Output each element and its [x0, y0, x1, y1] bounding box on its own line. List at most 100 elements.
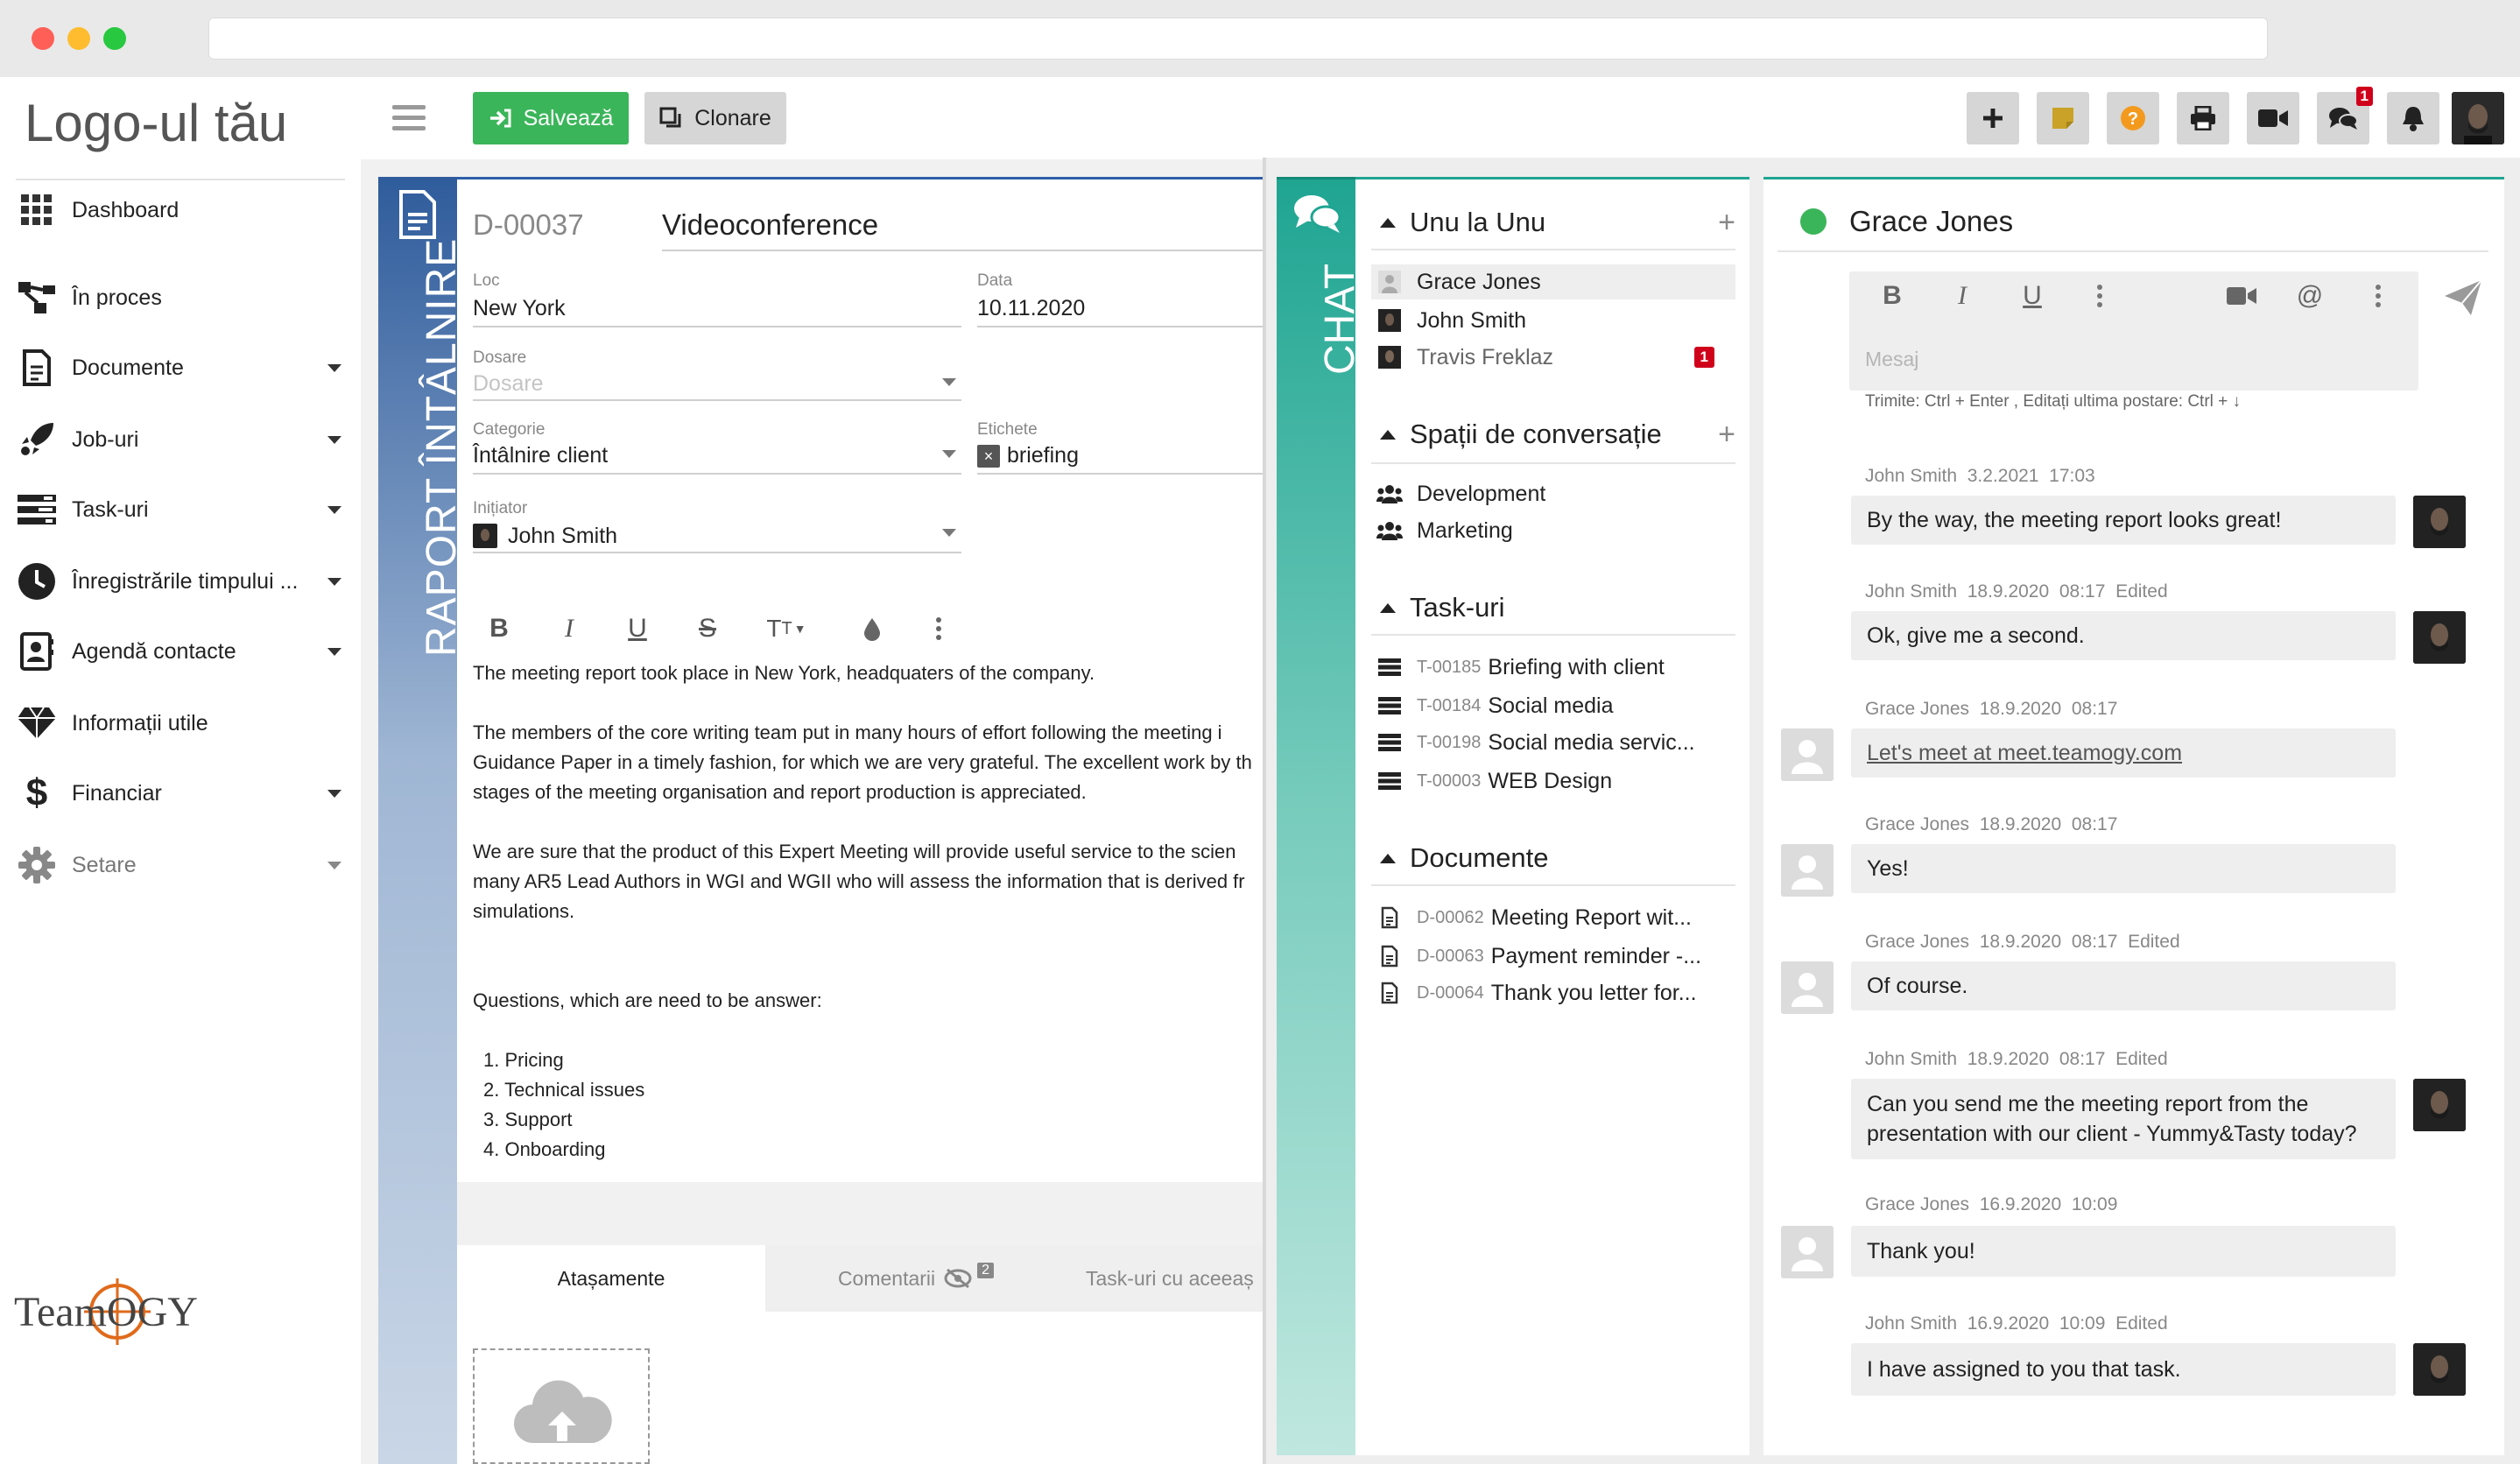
- video-call-button[interactable]: [2224, 278, 2259, 313]
- more-options-button[interactable]: [928, 611, 949, 646]
- message-input[interactable]: [1865, 343, 2399, 375]
- message-bubble[interactable]: Thank you!: [1851, 1226, 2396, 1277]
- window-close-button[interactable]: [32, 27, 54, 50]
- sidebar-item-in-process[interactable]: În proces: [16, 271, 345, 324]
- window-maximize-button[interactable]: [103, 27, 126, 50]
- chat-contact-grace-jones[interactable]: Grace Jones: [1371, 264, 1735, 299]
- contact-name: Travis Freklaz: [1417, 344, 1554, 370]
- notifications-button[interactable]: [2387, 92, 2439, 144]
- avatar: [1376, 307, 1403, 334]
- chat-space-marketing[interactable]: Marketing: [1371, 513, 1735, 548]
- brand-logo: TeamOGY: [14, 1271, 215, 1350]
- section-direct-messages[interactable]: Unu la Unu +: [1380, 205, 1735, 240]
- avatar: [2413, 611, 2466, 664]
- help-button[interactable]: ?: [2107, 92, 2159, 144]
- date-field[interactable]: 10.11.2020: [977, 296, 1085, 321]
- chat-task-item[interactable]: T-00198 Social media servic...: [1371, 725, 1735, 760]
- more-format-button[interactable]: [2091, 278, 2108, 313]
- message-bubble[interactable]: Ok, give me a second.: [1851, 611, 2396, 660]
- browser-chrome: [0, 0, 2520, 77]
- message-meta: John Smith 18.9.2020 08:17 Edited: [1865, 1049, 2168, 1070]
- add-space-button[interactable]: +: [1718, 418, 1735, 452]
- chat-task-item[interactable]: T-00184 Social media: [1371, 688, 1735, 723]
- message-bubble[interactable]: I have assigned to you that task.: [1851, 1343, 2396, 1396]
- diamond-icon: [16, 702, 58, 744]
- message-date: 16.9.2020: [1979, 1194, 2062, 1214]
- section-tasks[interactable]: Task-uri: [1380, 590, 1735, 625]
- print-button[interactable]: [2177, 92, 2229, 144]
- sidebar-item-financial[interactable]: $ Financiar: [16, 767, 345, 820]
- document-type-label: RAPORT ÎNTÂLNIRE: [419, 237, 465, 657]
- message-edited-flag: Edited: [2115, 581, 2168, 602]
- sidebar-item-label: În proces: [72, 285, 162, 310]
- sidebar-item-settings[interactable]: Setare: [16, 839, 345, 891]
- chat-document-item[interactable]: D-00062 Meeting Report wit...: [1371, 900, 1735, 935]
- document-title-input[interactable]: Videoconference: [662, 208, 878, 242]
- message-bubble[interactable]: Can you send me the meeting report from …: [1851, 1079, 2396, 1159]
- message-bubble[interactable]: By the way, the meeting report looks gre…: [1851, 496, 2396, 545]
- message-text: Of course.: [1867, 974, 1968, 998]
- send-button[interactable]: [2443, 278, 2483, 317]
- tab-comments[interactable]: Comentarii 2: [809, 1245, 1023, 1312]
- strikethrough-button[interactable]: S: [693, 611, 722, 646]
- bold-button[interactable]: B: [1879, 278, 1905, 313]
- avatar-placeholder-icon: [1781, 961, 1834, 1014]
- window-minimize-button[interactable]: [67, 27, 90, 50]
- italic-button[interactable]: I: [555, 611, 583, 646]
- collapse-icon: [1380, 217, 1396, 228]
- section-documents[interactable]: Documente: [1380, 841, 1735, 876]
- chevron-down-icon: [327, 363, 341, 372]
- avatar-placeholder-icon: [1781, 844, 1834, 897]
- tasks-icon: [16, 489, 58, 531]
- loc-field[interactable]: New York: [473, 296, 566, 321]
- video-call-button[interactable]: [2247, 92, 2299, 144]
- sidebar-item-contacts[interactable]: Agendă contacte: [16, 625, 345, 678]
- section-spaces[interactable]: Spații de conversație +: [1380, 417, 1735, 452]
- bold-button[interactable]: B: [485, 611, 513, 646]
- message-link[interactable]: Let's meet at meet.teamogy.com: [1867, 738, 2182, 768]
- tab-related-tasks[interactable]: Task-uri cu aceeaș: [1086, 1245, 1263, 1312]
- chat-button[interactable]: 1: [2317, 87, 2373, 144]
- add-button[interactable]: [1967, 92, 2019, 144]
- more-options-button[interactable]: [2369, 278, 2387, 313]
- dosare-select[interactable]: Dosare: [473, 371, 544, 397]
- message-bubble[interactable]: Of course.: [1851, 961, 2396, 1010]
- text-color-button[interactable]: [858, 611, 886, 646]
- chat-document-item[interactable]: D-00063 Payment reminder -...: [1371, 939, 1735, 974]
- underline-button[interactable]: U: [623, 611, 651, 646]
- tab-attachments[interactable]: Atașamente: [457, 1245, 765, 1312]
- clone-button[interactable]: Clonare: [644, 92, 786, 144]
- font-size-button[interactable]: T T ▼: [765, 611, 807, 646]
- user-avatar[interactable]: [2452, 92, 2504, 144]
- chat-space-development[interactable]: Development: [1371, 476, 1735, 511]
- sidebar-item-documents[interactable]: Documente: [16, 341, 345, 394]
- chat-document-item[interactable]: D-00064 Thank you letter for...: [1371, 975, 1735, 1010]
- sidebar-item-jobs[interactable]: Job-uri: [16, 413, 345, 466]
- sidebar-item-dashboard[interactable]: Dashboard: [16, 184, 345, 236]
- italic-button[interactable]: I: [1949, 278, 1975, 313]
- sidebar-item-time-records[interactable]: Înregistrările timpului ...: [16, 555, 345, 608]
- menu-toggle-button[interactable]: [392, 105, 426, 131]
- save-button[interactable]: Salvează: [473, 92, 629, 144]
- remove-tag-button[interactable]: ×: [977, 445, 1000, 468]
- file-dropzone[interactable]: [473, 1348, 650, 1464]
- app-logo[interactable]: Logo-ul tău: [25, 93, 287, 153]
- message-bubble[interactable]: Yes!: [1851, 844, 2396, 893]
- address-bar[interactable]: [208, 18, 2268, 60]
- add-direct-chat-button[interactable]: +: [1718, 206, 1735, 240]
- sidebar-item-tasks[interactable]: Task-uri: [16, 483, 345, 536]
- sidebar-item-label: Job-uri: [72, 426, 139, 452]
- chat-contact-john-smith[interactable]: John Smith: [1371, 303, 1735, 338]
- underline-button[interactable]: U: [2019, 278, 2045, 313]
- sticky-note-button[interactable]: [2037, 92, 2089, 144]
- mention-button[interactable]: @: [2294, 278, 2326, 313]
- chat-task-item[interactable]: T-00185 Briefing with client: [1371, 650, 1735, 685]
- chat-task-item[interactable]: T-00003 WEB Design: [1371, 764, 1735, 799]
- message-bubble[interactable]: Let's meet at meet.teamogy.com: [1851, 728, 2396, 778]
- chat-contact-travis-freklaz[interactable]: Travis Freklaz 1: [1371, 340, 1735, 375]
- category-select[interactable]: Întâlnire client: [473, 443, 608, 468]
- initiator-select[interactable]: John Smith: [508, 524, 617, 549]
- document-editor[interactable]: The meeting report took place in New Yor…: [473, 658, 1263, 1165]
- sidebar-item-useful-info[interactable]: Informații utile: [16, 697, 345, 750]
- chevron-down-icon: [942, 378, 956, 386]
